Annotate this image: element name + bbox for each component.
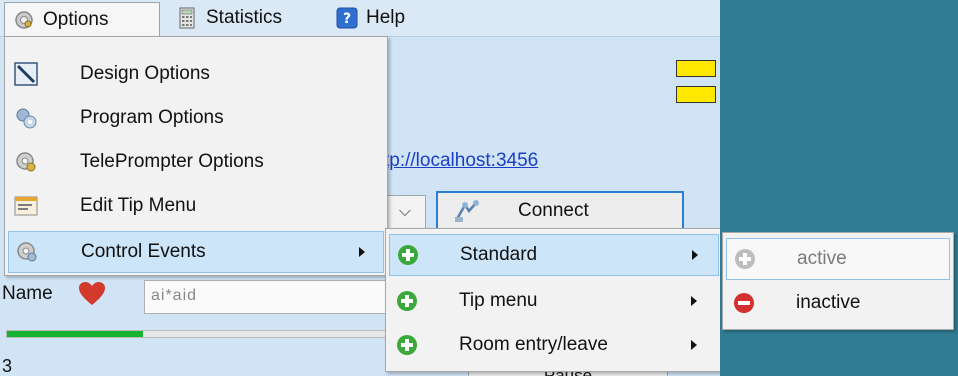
network-icon [455,200,479,222]
name-input[interactable]: ai*aid [144,280,394,314]
plus-circle-icon [398,245,418,265]
name-label: Name [2,283,53,304]
menu-item-program-options[interactable]: Program Options [8,97,384,139]
control-events-icon [17,242,37,262]
gear-icon [15,10,33,29]
minus-circle-icon [734,293,754,313]
menu-options[interactable]: Options [4,2,160,36]
chevron-down-icon: ⌵ [398,203,412,220]
plus-circle-icon [397,291,417,311]
options-menu: Design Options Program Options TelePromp… [4,36,388,276]
plus-circle-icon [397,335,417,355]
svg-text:?: ? [343,11,351,27]
program-icon [16,108,37,129]
menu-help-label: Help [366,7,406,28]
status-indicator-top [676,60,716,77]
submenu-arrow-icon [692,250,698,260]
menu-item-tip-menu[interactable]: Tip menu [389,280,719,322]
heart-icon [79,282,105,305]
menu-item-standard[interactable]: Standard [389,234,719,276]
connect-button[interactable]: Connect [436,191,684,231]
app-window: Options Statistics ? Help tp://localhost… [0,0,720,376]
menu-item-label: Tip menu [459,290,538,311]
connect-button-label: Connect [518,200,589,221]
plus-circle-disabled-icon [735,249,755,269]
menu-item-inactive[interactable]: inactive [726,282,950,324]
standard-submenu: active inactive [722,232,954,330]
tip-menu-icon [14,196,38,216]
menu-item-label: Control Events [81,241,206,262]
menu-item-edit-tip-menu[interactable]: Edit Tip Menu [8,185,384,227]
menu-options-label: Options [43,8,109,30]
menu-statistics[interactable]: Statistics [168,2,328,34]
menu-item-label: Edit Tip Menu [80,195,197,216]
status-indicator-bottom [676,86,716,103]
menu-item-design-options[interactable]: Design Options [8,53,384,95]
submenu-arrow-icon [691,296,697,306]
menu-item-label: inactive [796,292,861,313]
menu-item-active[interactable]: active [726,238,950,280]
progress-bar [6,330,396,338]
menu-item-control-events[interactable]: Control Events [8,231,384,273]
menu-item-label: Room entry/leave [459,334,608,355]
menu-item-teleprompter-options[interactable]: TelePrompter Options [8,141,384,183]
teleprompter-icon [16,152,36,172]
submenu-arrow-icon [691,340,697,350]
count-text: 3 [2,356,13,376]
server-url-link[interactable]: tp://localhost:3456 [384,150,538,172]
menu-item-label: active [797,248,847,269]
help-icon: ? [336,7,358,29]
server-dropdown[interactable]: ⌵ [384,195,426,229]
menu-item-label: TelePrompter Options [80,151,264,172]
menu-help[interactable]: ? Help [328,2,428,34]
menu-item-room-entry-leave[interactable]: Room entry/leave [389,324,719,366]
progress-bar-fill [7,331,143,337]
menu-item-label: Standard [460,244,538,265]
submenu-arrow-icon [359,247,365,257]
menu-item-label: Program Options [80,107,224,128]
control-events-submenu: Standard Tip menu Room entry/leave [385,228,720,372]
menu-statistics-label: Statistics [206,7,283,28]
calculator-icon [179,7,195,29]
design-icon [14,62,38,86]
menubar: Options Statistics ? Help [0,0,720,37]
menu-item-label: Design Options [80,63,210,84]
